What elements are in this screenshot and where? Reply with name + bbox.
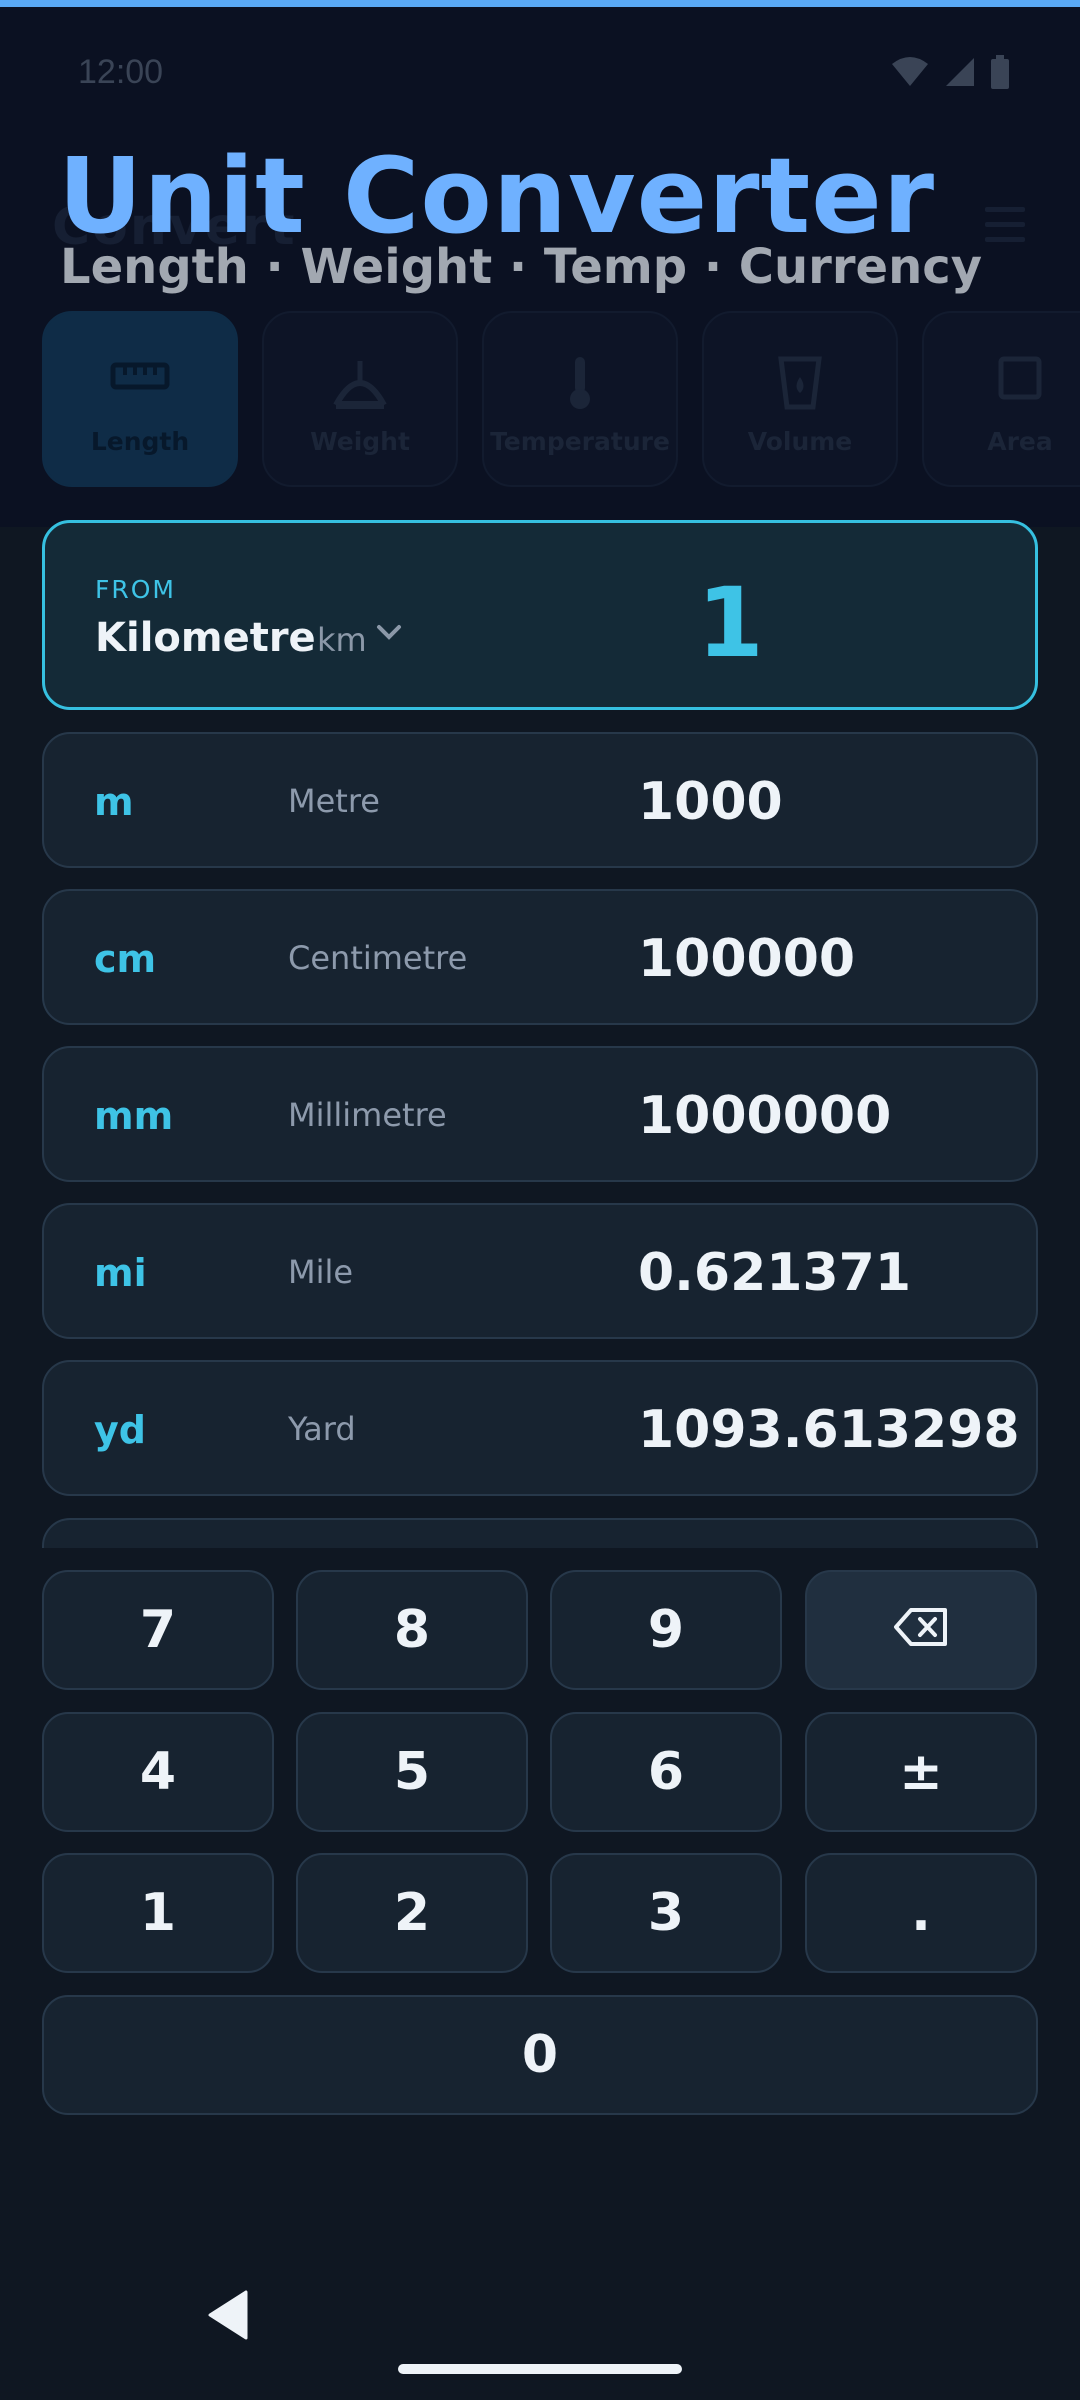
category-tabs: Length Weight Temperature Volume Area: [42, 311, 1080, 489]
unit-value: 1093.613298: [638, 1400, 1020, 1460]
tab-length[interactable]: Length: [42, 311, 238, 487]
from-unit-card[interactable]: FROM Kilometre km 1: [42, 520, 1038, 710]
tab-temperature[interactable]: Temperature: [482, 311, 678, 487]
cup-icon: [704, 355, 896, 415]
square-icon: [924, 355, 1080, 415]
status-icons: [890, 55, 1010, 93]
status-bar: 12:00: [0, 47, 1080, 103]
result-row-yard[interactable]: yd Yard 1093.613298: [42, 1360, 1038, 1496]
signal-icon: [944, 56, 976, 92]
from-label: FROM: [95, 575, 176, 604]
unit-name: Millimetre: [288, 1096, 447, 1134]
home-indicator[interactable]: [398, 2364, 682, 2374]
decimal-point-button[interactable]: .: [805, 1853, 1037, 1973]
key-8[interactable]: 8: [296, 1570, 528, 1690]
backspace-button[interactable]: [805, 1570, 1037, 1690]
scale-icon: [264, 355, 456, 415]
page-subtitle: Length · Weight · Temp · Currency: [60, 239, 982, 295]
result-row-millimetre[interactable]: mm Millimetre 1000000: [42, 1046, 1038, 1182]
key-7[interactable]: 7: [42, 1570, 274, 1690]
unit-symbol: mi: [94, 1251, 147, 1295]
key-2[interactable]: 2: [296, 1853, 528, 1973]
from-unit-symbol[interactable]: km: [317, 621, 367, 659]
tab-label: Volume: [747, 427, 853, 456]
tab-label: Weight: [310, 427, 410, 456]
unit-symbol: m: [94, 780, 134, 824]
plus-minus-button[interactable]: ±: [805, 1712, 1037, 1832]
unit-value: 1000: [638, 772, 783, 832]
tab-weight[interactable]: Weight: [262, 311, 458, 487]
result-row-partial[interactable]: [42, 1518, 1038, 1548]
unit-value: 0.621371: [638, 1243, 912, 1303]
result-row-mile[interactable]: mi Mile 0.621371: [42, 1203, 1038, 1339]
unit-symbol: cm: [94, 937, 157, 981]
tab-area[interactable]: Area: [922, 311, 1080, 487]
unit-symbol: mm: [94, 1094, 174, 1138]
ruler-icon: [44, 355, 236, 415]
tab-label: Area: [987, 427, 1053, 456]
tab-volume[interactable]: Volume: [702, 311, 898, 487]
from-unit-name[interactable]: Kilometre: [95, 615, 316, 661]
key-9[interactable]: 9: [550, 1570, 782, 1690]
result-row-centimetre[interactable]: cm Centimetre 100000: [42, 889, 1038, 1025]
battery-icon: [990, 55, 1010, 93]
unit-symbol: yd: [94, 1408, 146, 1452]
key-0[interactable]: 0: [42, 1995, 1038, 2115]
unit-value: 1000000: [638, 1086, 892, 1146]
chevron-down-icon[interactable]: [375, 623, 403, 647]
header-overlay: 12:00 Convert Length Weight Temperature …: [0, 7, 1080, 527]
backspace-icon: [893, 1600, 949, 1660]
tab-label: Length: [90, 427, 190, 456]
from-value[interactable]: 1: [697, 567, 764, 679]
key-1[interactable]: 1: [42, 1853, 274, 1973]
unit-value: 100000: [638, 929, 856, 989]
tab-label: Temperature: [490, 427, 670, 456]
status-time: 12:00: [78, 53, 164, 91]
key-6[interactable]: 6: [550, 1712, 782, 1832]
key-5[interactable]: 5: [296, 1712, 528, 1832]
top-accent-bar: [0, 0, 1080, 7]
unit-name: Yard: [288, 1410, 356, 1448]
menu-icon[interactable]: [985, 207, 1025, 243]
back-nav-icon[interactable]: [206, 2290, 250, 2344]
results-list[interactable]: m Metre 1000 cm Centimetre 100000 mm Mil…: [0, 728, 1080, 1548]
wifi-icon: [890, 56, 930, 92]
result-row-metre[interactable]: m Metre 1000: [42, 732, 1038, 868]
unit-name: Centimetre: [288, 939, 468, 977]
key-4[interactable]: 4: [42, 1712, 274, 1832]
key-3[interactable]: 3: [550, 1853, 782, 1973]
numeric-keypad: 7 8 9 4 5 6 ± 1 2 3 . 0: [0, 1568, 1080, 2128]
unit-name: Mile: [288, 1253, 354, 1291]
thermometer-icon: [484, 355, 676, 415]
unit-name: Metre: [288, 782, 380, 820]
